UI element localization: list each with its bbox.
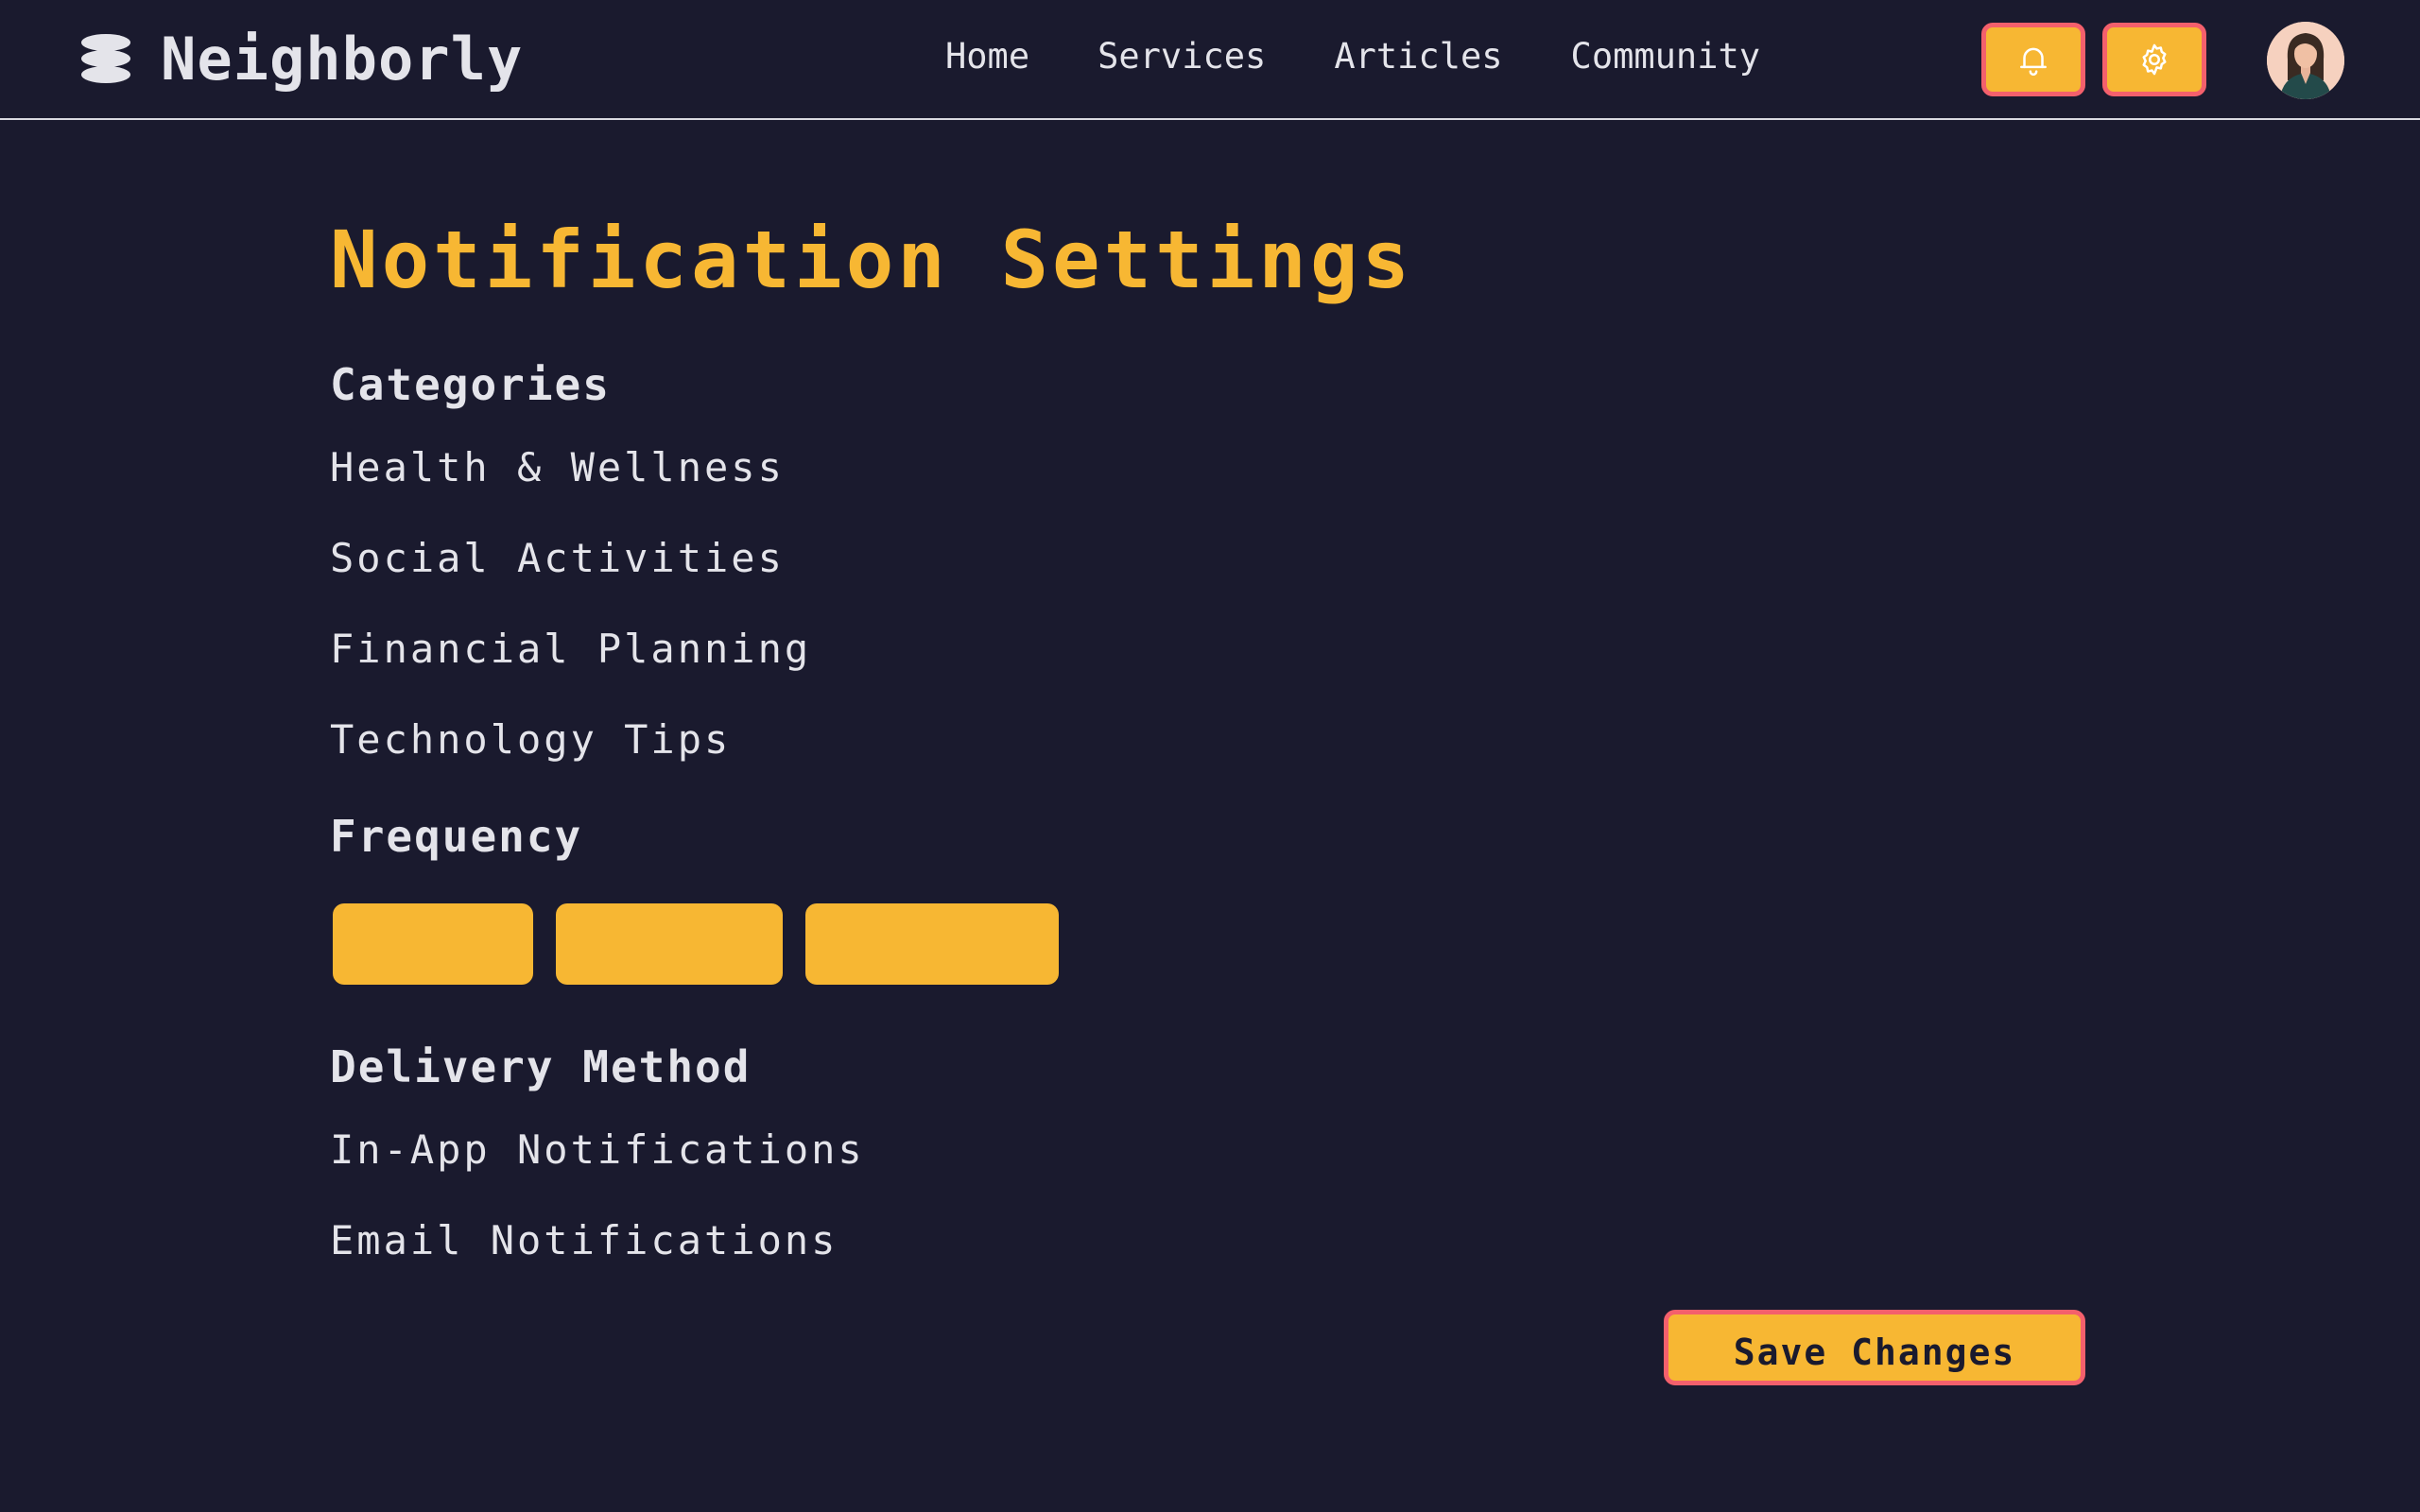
frequency-option-2-button[interactable] xyxy=(556,903,783,985)
category-social-activities[interactable]: Social Activities xyxy=(330,535,785,581)
frequency-option-1-button[interactable] xyxy=(333,903,533,985)
delivery-email-notifications[interactable]: Email Notifications xyxy=(330,1217,838,1263)
nav-link-articles[interactable]: Articles xyxy=(1334,36,1502,77)
gear-icon xyxy=(2142,43,2167,76)
brand[interactable]: Neighborly xyxy=(79,25,523,94)
frequency-option-3-button[interactable] xyxy=(805,903,1059,985)
delivery-in-app-notifications[interactable]: In-App Notifications xyxy=(330,1126,865,1173)
notifications-button[interactable] xyxy=(1981,23,2085,96)
user-avatar[interactable] xyxy=(2267,22,2344,99)
page-title: Notification Settings xyxy=(330,214,1414,306)
brand-name: Neighborly xyxy=(161,24,524,94)
delivery-method-heading: Delivery Method xyxy=(330,1041,752,1092)
bell-icon xyxy=(2020,47,2047,77)
category-health-wellness[interactable]: Health & Wellness xyxy=(330,444,785,490)
frequency-heading: Frequency xyxy=(330,811,583,862)
top-navigation-bar: Neighborly Home Services Articles Commun… xyxy=(0,0,2420,120)
nav-link-services[interactable]: Services xyxy=(1098,36,1266,77)
main-nav: Home Services Articles Community xyxy=(945,36,1828,77)
stacked-layers-icon xyxy=(81,34,130,83)
save-changes-button[interactable]: Save Changes xyxy=(1664,1310,2085,1385)
avatar-portrait xyxy=(2267,22,2344,99)
category-technology-tips[interactable]: Technology Tips xyxy=(330,716,731,763)
category-financial-planning[interactable]: Financial Planning xyxy=(330,626,811,672)
categories-heading: Categories xyxy=(330,359,611,410)
settings-button[interactable] xyxy=(2102,23,2206,96)
nav-link-community[interactable]: Community xyxy=(1571,36,1760,77)
nav-link-home[interactable]: Home xyxy=(945,36,1029,77)
